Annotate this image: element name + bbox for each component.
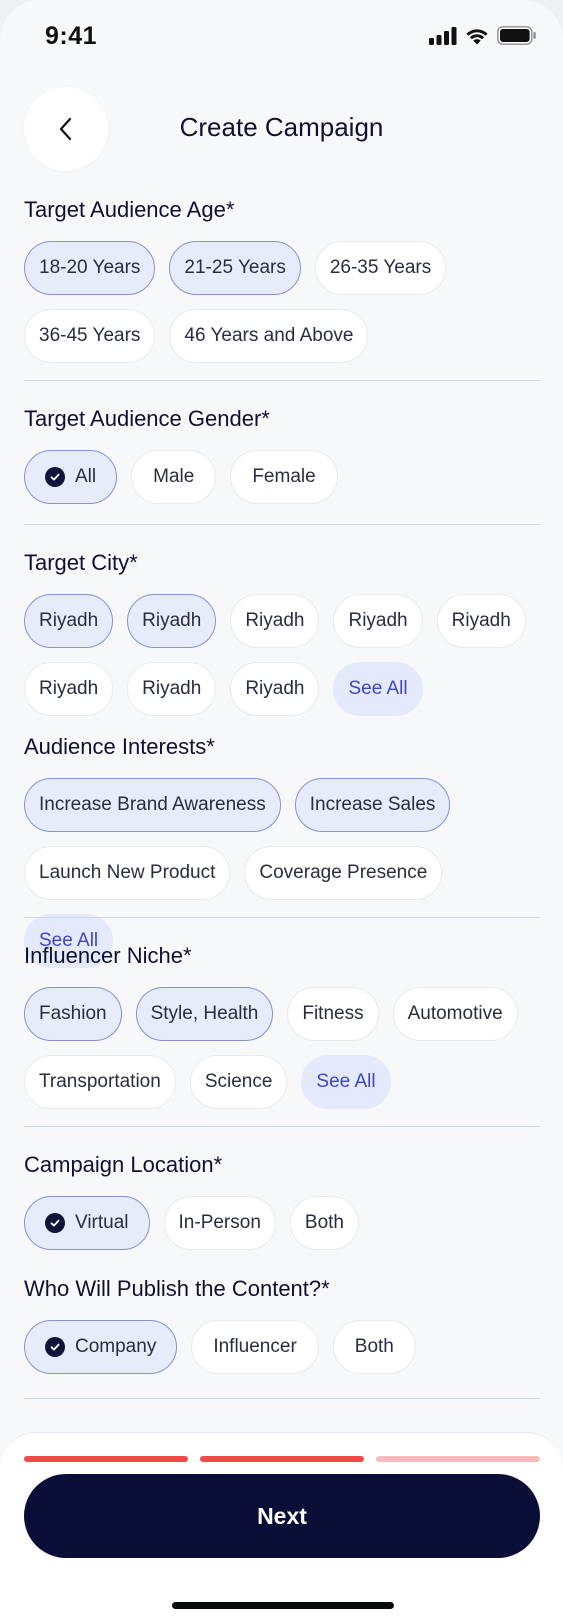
gender-section: Target Audience Gender* All Male Female: [24, 404, 540, 504]
divider: [24, 380, 540, 381]
niche-chip[interactable]: Fashion: [24, 987, 122, 1041]
city-chip[interactable]: Riyadh: [127, 594, 217, 648]
city-see-all-button[interactable]: See All: [333, 662, 423, 716]
interests-section: Audience Interests* Increase Brand Aware…: [24, 732, 540, 968]
niche-section: Influencer Niche* Fashion Style, Health …: [24, 941, 540, 1109]
battery-icon: [497, 26, 536, 45]
section-title: Influencer Niche*: [24, 943, 192, 968]
location-section: Campaign Location* Virtual In-Person Bot…: [24, 1150, 540, 1250]
age-chip[interactable]: 21-25 Years: [169, 241, 301, 295]
location-options: Virtual In-Person Both: [24, 1196, 540, 1250]
age-chip[interactable]: 18-20 Years: [24, 241, 156, 295]
step-progress: [24, 1456, 540, 1462]
city-chip[interactable]: Riyadh: [333, 594, 423, 648]
gender-chip[interactable]: Male: [131, 450, 217, 504]
divider: [24, 1398, 540, 1399]
niche-see-all-button[interactable]: See All: [301, 1055, 391, 1109]
niche-options: Fashion Style, Health Fitness Automotive…: [24, 987, 540, 1109]
niche-chip[interactable]: Automotive: [392, 987, 518, 1041]
create-campaign-screen: 9:41 Create Campaign Target Audience Age…: [0, 0, 563, 1619]
section-title: Target Audience Age*: [24, 197, 235, 222]
publisher-section: Who Will Publish the Content?* Company I…: [24, 1274, 540, 1374]
age-chip[interactable]: 26-35 Years: [314, 241, 447, 295]
home-indicator: [172, 1602, 394, 1609]
interest-chip[interactable]: Increase Brand Awareness: [24, 778, 281, 832]
cellular-signal-icon: [429, 26, 457, 45]
niche-chip[interactable]: Fitness: [287, 987, 379, 1041]
age-section: Target Audience Age* 18-20 Years 21-25 Y…: [24, 195, 540, 363]
city-chip[interactable]: Riyadh: [436, 594, 526, 648]
age-chip[interactable]: 36-45 Years: [24, 309, 156, 363]
niche-chip[interactable]: Science: [189, 1055, 288, 1109]
page-title: Create Campaign: [179, 112, 384, 142]
age-chip[interactable]: 46 Years and Above: [169, 309, 369, 363]
chip-label: Virtual: [75, 1212, 129, 1233]
publisher-chip[interactable]: Influencer: [191, 1320, 319, 1374]
check-circle-icon: [45, 1337, 65, 1357]
gender-chip[interactable]: Female: [230, 450, 338, 504]
city-chip[interactable]: Riyadh: [24, 662, 114, 716]
progress-step-done: [24, 1456, 188, 1462]
next-button[interactable]: Next: [24, 1474, 540, 1558]
city-chip[interactable]: Riyadh: [230, 662, 320, 716]
publisher-options: Company Influencer Both: [24, 1320, 540, 1374]
check-circle-icon: [45, 1213, 65, 1233]
status-time: 9:41: [45, 22, 98, 50]
interests-options: Increase Brand Awareness Increase Sales …: [24, 778, 540, 968]
wifi-icon: [466, 28, 488, 44]
divider: [24, 917, 540, 918]
gender-chip-all[interactable]: All: [24, 450, 118, 504]
gender-options: All Male Female: [24, 450, 540, 504]
publisher-chip-company[interactable]: Company: [24, 1320, 178, 1374]
city-chip[interactable]: Riyadh: [230, 594, 320, 648]
section-title: Campaign Location*: [24, 1152, 223, 1177]
status-icons: [429, 26, 537, 45]
city-section: Target City* Riyadh Riyadh Riyadh Riyadh…: [24, 548, 540, 716]
age-options: 18-20 Years 21-25 Years 26-35 Years 36-4…: [24, 241, 540, 363]
interest-chip[interactable]: Coverage Presence: [244, 846, 443, 900]
city-chip[interactable]: Riyadh: [127, 662, 217, 716]
section-title: Audience Interests*: [24, 734, 215, 759]
publisher-chip[interactable]: Both: [332, 1320, 416, 1374]
city-options: Riyadh Riyadh Riyadh Riyadh Riyadh Riyad…: [24, 594, 540, 716]
check-circle-icon: [45, 467, 65, 487]
section-title: Target City*: [24, 550, 138, 575]
chip-label: All: [75, 466, 97, 487]
progress-step-pending: [376, 1456, 540, 1462]
city-chip[interactable]: Riyadh: [24, 594, 114, 648]
location-chip[interactable]: In-Person: [163, 1196, 276, 1250]
section-title: Who Will Publish the Content?*: [24, 1276, 330, 1301]
divider: [24, 1126, 540, 1127]
interest-chip[interactable]: Launch New Product: [24, 846, 231, 900]
divider: [24, 524, 540, 525]
niche-chip[interactable]: Transportation: [24, 1055, 176, 1109]
location-chip-virtual[interactable]: Virtual: [24, 1196, 150, 1250]
location-chip[interactable]: Both: [289, 1196, 359, 1250]
interest-chip[interactable]: Increase Sales: [294, 778, 451, 832]
section-title: Target Audience Gender*: [24, 406, 270, 431]
progress-step-done: [200, 1456, 364, 1462]
status-bar: 9:41: [0, 0, 563, 70]
niche-chip[interactable]: Style, Health: [135, 987, 274, 1041]
chip-label: Company: [75, 1336, 157, 1357]
